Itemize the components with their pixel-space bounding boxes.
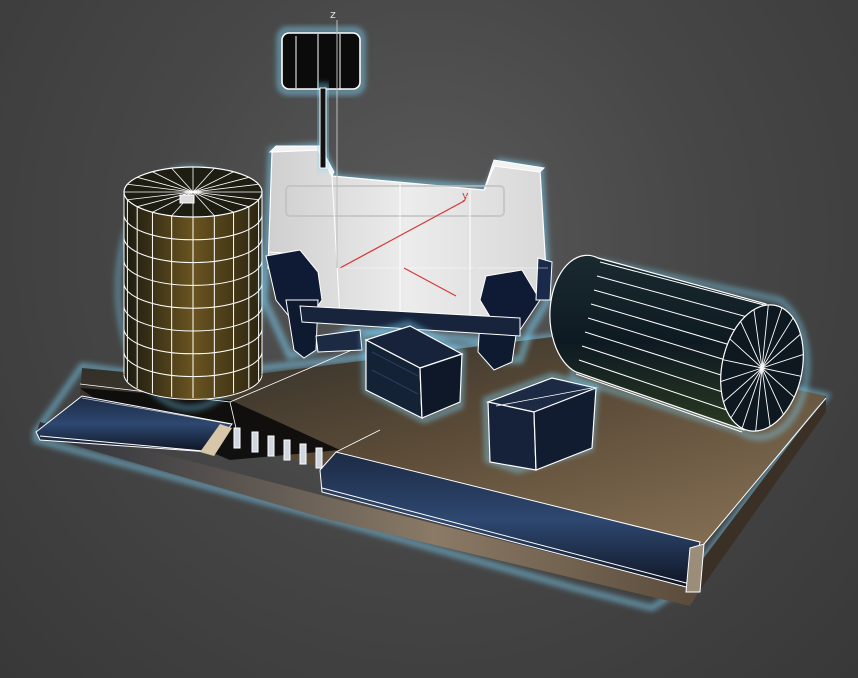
3d-viewport[interactable]: z y z y <box>0 0 858 678</box>
gizmo-z-label: z <box>330 8 336 21</box>
local-gizmo-z-label: z <box>464 192 470 205</box>
local-gizmo-y-label: y <box>498 240 505 253</box>
water-tank-cylinder[interactable] <box>115 165 265 411</box>
viewport-canvas[interactable]: z y z y <box>0 0 858 678</box>
